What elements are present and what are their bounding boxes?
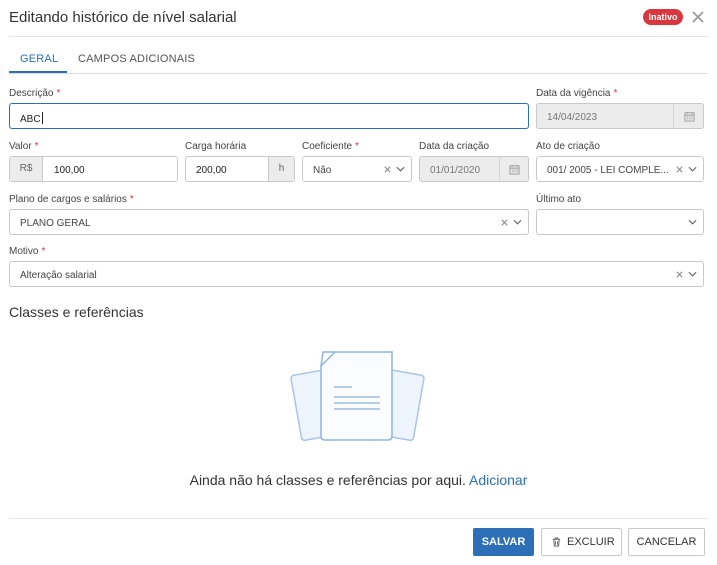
chevron-down-icon[interactable] [688, 219, 697, 226]
clear-icon[interactable] [675, 165, 684, 174]
descricao-label: Descrição * [9, 88, 61, 99]
valor-field[interactable]: R$ 100,00 [9, 156, 178, 182]
chevron-down-icon[interactable] [513, 219, 522, 226]
clear-icon[interactable] [383, 165, 392, 174]
coeficiente-label: Coeficiente * [302, 141, 359, 152]
valor-label: Valor * [9, 141, 39, 152]
header-divider [9, 36, 708, 37]
coeficiente-select[interactable]: Não [302, 156, 412, 182]
clear-icon[interactable] [500, 218, 509, 227]
plano-label: Plano de cargos e salários * [9, 194, 134, 205]
clear-icon[interactable] [675, 270, 684, 279]
ultimo-ato-label: Último ato [536, 194, 582, 205]
motivo-select[interactable]: Alteração salarial [9, 261, 704, 287]
tab-campos-adicionais[interactable]: CAMPOS ADICIONAIS [78, 53, 195, 65]
data-criacao-field[interactable]: 01/01/2020 [419, 156, 529, 182]
empty-state-text: Ainda não há classes e referências por a… [189, 472, 466, 488]
modal-header: Editando histórico de nível salarial Ina… [0, 0, 717, 36]
data-criacao-label: Data da criação [419, 141, 490, 152]
ultimo-ato-select[interactable] [536, 209, 704, 235]
empty-document-icon [290, 351, 425, 442]
section-title: Classes e referências [9, 304, 144, 320]
plano-select[interactable]: PLANO GERAL [9, 209, 529, 235]
chevron-down-icon[interactable] [688, 271, 697, 278]
tab-geral[interactable]: GERAL [20, 53, 58, 65]
cancel-button[interactable]: CANCELAR [628, 528, 705, 556]
delete-button-label: EXCLUIR [567, 536, 615, 548]
calendar-icon[interactable] [509, 164, 520, 175]
active-tab-indicator [9, 71, 67, 73]
currency-prefix: R$ [10, 157, 43, 181]
carga-horaria-label: Carga horária [185, 141, 247, 152]
chevron-down-icon[interactable] [396, 166, 405, 173]
close-icon[interactable] [690, 9, 706, 25]
status-badge: Inativo [643, 9, 683, 25]
data-vigencia-label: Data da vigência * [536, 88, 618, 99]
hours-suffix: h [268, 157, 294, 181]
delete-button[interactable]: EXCLUIR [541, 528, 622, 556]
descricao-field[interactable]: ABC [9, 103, 529, 129]
ato-criacao-label: Ato de criação [536, 141, 600, 152]
ato-criacao-select[interactable]: 001/ 2005 - LEI COMPLE... [536, 156, 704, 182]
trash-icon [552, 537, 561, 547]
empty-state-message: Ainda não há classes e referências por a… [0, 472, 717, 488]
motivo-label: Motivo * [9, 246, 46, 257]
modal-title: Editando histórico de nível salarial [9, 9, 237, 26]
chevron-down-icon[interactable] [688, 166, 697, 173]
add-link[interactable]: Adicionar [469, 472, 527, 488]
save-button[interactable]: SALVAR [473, 528, 534, 556]
carga-horaria-field[interactable]: 200,00 h [185, 156, 295, 182]
footer-divider [9, 518, 708, 519]
calendar-icon[interactable] [684, 111, 695, 122]
data-vigencia-field[interactable]: 14/04/2023 [536, 103, 704, 129]
tab-bar: GERAL CAMPOS ADICIONAIS [9, 44, 708, 74]
